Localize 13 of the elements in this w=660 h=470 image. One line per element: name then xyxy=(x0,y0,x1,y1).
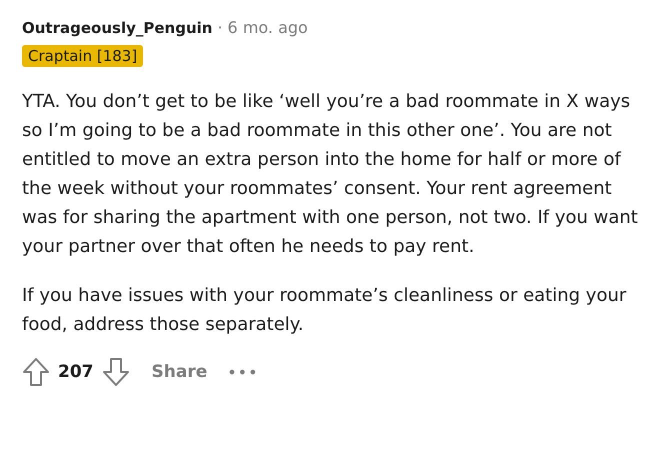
comment-paragraph: YTA. You don’t get to be like ‘well you’re a bad roommate in X ways so I’m going to be a bad roommate in this other one’. You are not entitled to move an extra person into the home for half or more of the week without your roommates’ consent. Your rent agreement was for sharing the apartment with one person, not two. If you want your partner over that often he needs to pay rent. xyxy=(22,90,639,259)
more-options-button[interactable]: ••• xyxy=(221,362,265,382)
downvote-arrow-icon xyxy=(102,357,130,387)
vote-score: 207 xyxy=(58,362,94,382)
comment-paragraph: If you have issues with your roommate’s cleanliness or eating your food, address those separately. xyxy=(22,284,628,337)
timestamp: 6 mo. ago xyxy=(228,18,308,37)
share-button[interactable]: Share xyxy=(146,362,214,382)
downvote-button[interactable] xyxy=(102,357,130,387)
upvote-arrow-icon xyxy=(22,357,50,387)
upvote-button[interactable] xyxy=(22,357,50,387)
separator-dot: · xyxy=(217,18,223,37)
username[interactable]: Outrageously_Penguin xyxy=(22,19,212,37)
user-flair: Craptain [183] xyxy=(22,45,144,67)
